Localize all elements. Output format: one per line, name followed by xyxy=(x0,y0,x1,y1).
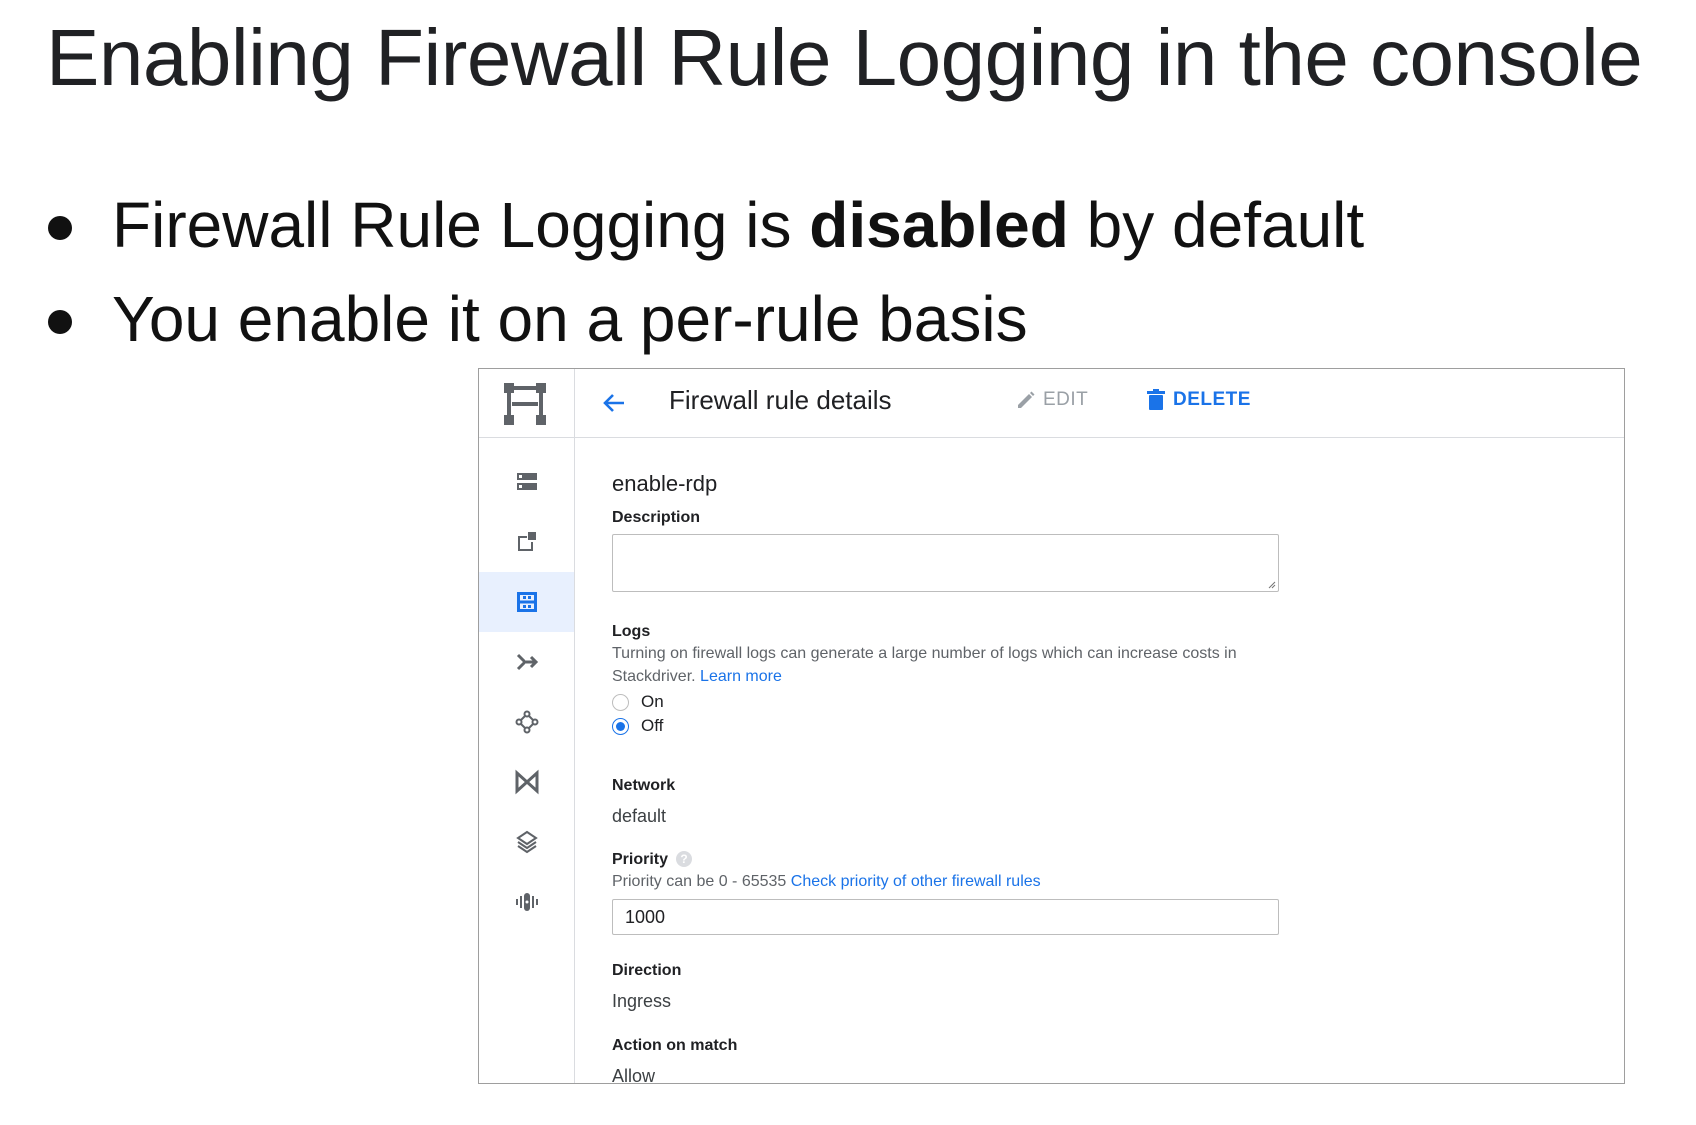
edit-label: EDIT xyxy=(1043,389,1089,410)
back-button[interactable] xyxy=(597,386,631,420)
help-icon[interactable]: ? xyxy=(676,851,693,867)
priority-input[interactable] xyxy=(612,899,1279,935)
radio-button-selected[interactable] xyxy=(612,717,629,735)
firewall-rules-icon xyxy=(516,592,537,612)
console-screenshot: Firewall rule details EDIT DELETE enable… xyxy=(478,368,1625,1084)
action-value: Allow xyxy=(612,1066,656,1084)
bullet-item: You enable it on a per-rule basis xyxy=(46,272,1364,366)
rule-name: enable-rdp xyxy=(612,471,718,496)
serverless-vpc-access-icon xyxy=(515,830,538,854)
check-priority-link[interactable]: Check priority of other firewall rules xyxy=(791,873,1041,890)
external-ip-icon xyxy=(517,532,536,551)
priority-label: Priority? xyxy=(612,851,693,869)
radio-label: Off xyxy=(641,716,664,735)
details-header: Firewall rule details EDIT DELETE xyxy=(575,369,1624,438)
bullet-text-after: by default xyxy=(1068,189,1365,261)
direction-label: Direction xyxy=(612,962,682,979)
description-field[interactable] xyxy=(612,534,1279,592)
packet-mirroring-icon xyxy=(515,893,538,911)
rail-item-routes[interactable] xyxy=(479,632,574,692)
rail-divider xyxy=(479,437,574,438)
bullet-list: Firewall Rule Logging is disabled by def… xyxy=(46,178,1364,366)
shared-vpc-icon xyxy=(515,769,538,795)
bullet-bold-text: disabled xyxy=(809,189,1069,261)
arrow-back-icon xyxy=(603,394,624,412)
rail-item-external-ip[interactable] xyxy=(479,512,574,572)
network-label: Network xyxy=(612,777,676,794)
logs-radio-on[interactable]: On xyxy=(612,692,664,712)
vpc-network-logo-icon xyxy=(504,383,546,425)
left-nav-rail xyxy=(479,369,575,1083)
pencil-icon xyxy=(1018,391,1035,408)
direction-value: Ingress xyxy=(612,991,672,1011)
rail-item-firewall-rules[interactable] xyxy=(479,572,574,632)
priority-label-text: Priority xyxy=(612,851,669,868)
routes-icon xyxy=(516,653,538,671)
radio-button[interactable] xyxy=(612,693,629,711)
learn-more-link[interactable]: Learn more xyxy=(700,668,782,685)
rail-item-shared-vpc[interactable] xyxy=(479,752,574,812)
page-title: Firewall rule details xyxy=(669,385,892,415)
logs-radio-off[interactable]: Off xyxy=(612,716,663,736)
rail-item-packet-mirroring[interactable] xyxy=(479,872,574,932)
logs-label: Logs xyxy=(612,623,651,640)
radio-label: On xyxy=(641,692,664,711)
logs-hint: Turning on firewall logs can generate a … xyxy=(612,642,1292,688)
bullet-text-before: Firewall Rule Logging is xyxy=(112,189,810,261)
description-label: Description xyxy=(612,509,701,526)
priority-hint-text: Priority can be 0 - 65535 xyxy=(612,873,787,890)
delete-label: DELETE xyxy=(1173,389,1251,410)
resize-grip-icon[interactable] xyxy=(1266,579,1276,589)
vpc-networks-icon xyxy=(516,473,537,490)
network-value: default xyxy=(612,806,667,826)
rail-item-vpc-peering[interactable] xyxy=(479,692,574,752)
rail-item-vpc-networks[interactable] xyxy=(479,452,574,512)
vpc-peering-icon xyxy=(515,710,538,734)
edit-button[interactable]: EDIT xyxy=(1015,389,1088,411)
bullet-item: Firewall Rule Logging is disabled by def… xyxy=(46,178,1364,272)
trash-icon xyxy=(1147,389,1165,410)
action-label: Action on match xyxy=(612,1037,738,1054)
priority-hint: Priority can be 0 - 65535 Check priority… xyxy=(612,870,1041,893)
slide-title: Enabling Firewall Rule Logging in the co… xyxy=(46,13,1643,102)
rail-item-serverless-vpc-access[interactable] xyxy=(479,812,574,872)
delete-button[interactable]: DELETE xyxy=(1147,389,1251,411)
